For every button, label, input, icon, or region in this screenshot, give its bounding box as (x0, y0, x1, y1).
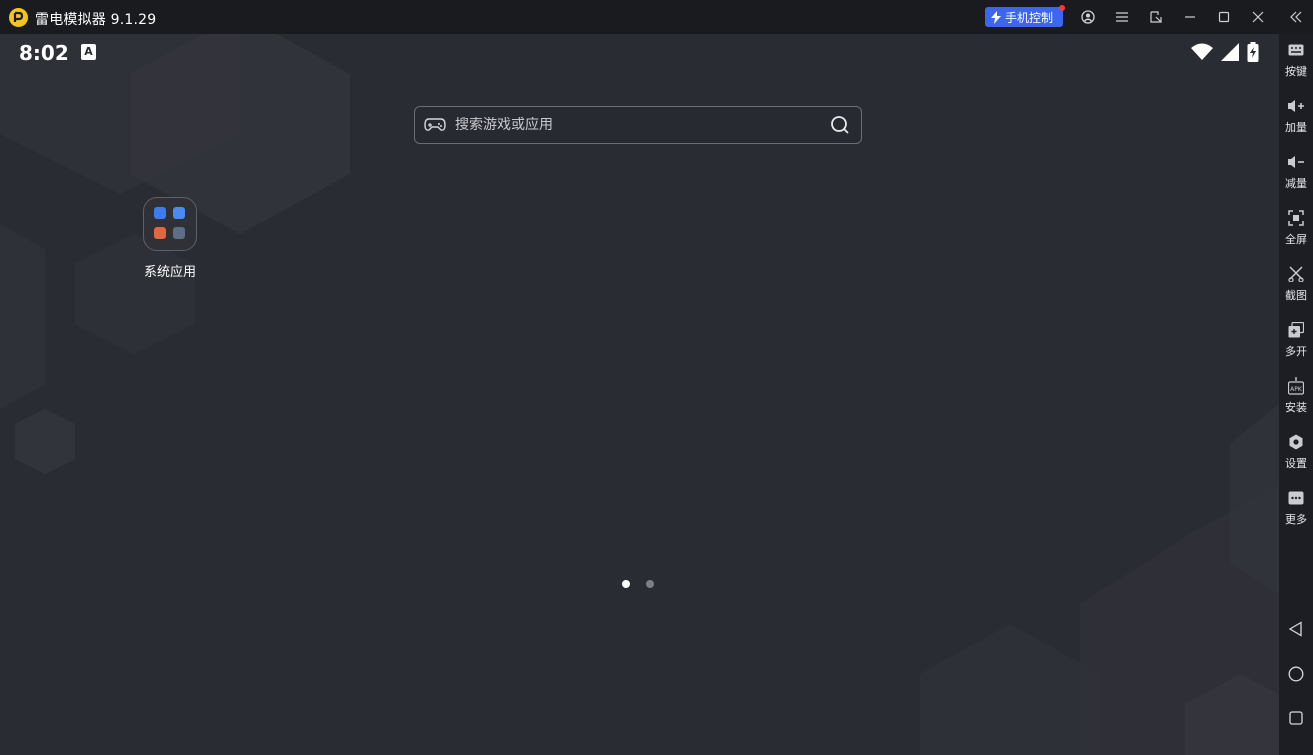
more-icon (1288, 488, 1304, 508)
emulator-sidebar: 按键 加量 减量 全屏 截图 多开 APK 安装 设置 更多 (1279, 34, 1313, 755)
volume-down-icon (1287, 152, 1305, 172)
back-icon[interactable] (1286, 619, 1306, 639)
screenshot-icon (1288, 264, 1304, 284)
status-icons (1191, 42, 1259, 66)
page-indicator (622, 580, 654, 588)
settings-app-icon (154, 207, 166, 219)
sidebar-item-label: 全屏 (1285, 233, 1307, 246)
sidebar-item-screenshot[interactable]: 截图 (1279, 258, 1313, 306)
contacts-app-icon (172, 226, 185, 239)
sidebar-item-volume-up[interactable]: 加量 (1279, 90, 1313, 138)
menu-icon[interactable] (1113, 8, 1131, 26)
recents-icon[interactable] (1286, 708, 1306, 728)
sidebar-item-label: 设置 (1285, 457, 1307, 470)
account-icon[interactable] (1079, 8, 1097, 26)
phone-control-button[interactable]: 手机控制 (985, 5, 1065, 27)
minimize-icon[interactable] (1181, 8, 1199, 26)
close-icon[interactable] (1249, 8, 1267, 26)
sidebar-item-keymap[interactable]: 按键 (1279, 34, 1313, 82)
multi-instance-icon (1288, 320, 1304, 340)
sidebar-item-label: 更多 (1285, 513, 1307, 526)
wifi-icon (1191, 43, 1213, 65)
sidebar-item-label: 加量 (1285, 121, 1307, 134)
keyboard-icon (1288, 40, 1304, 60)
phone-control-label: 手机控制 (1005, 10, 1054, 25)
window-title: 雷电模拟器 9.1.29 (35, 12, 157, 28)
title-bar: 雷电模拟器 9.1.29 手机控制 (0, 0, 1313, 34)
sidebar-item-label: 减量 (1285, 177, 1307, 190)
signal-icon (1221, 43, 1239, 65)
search-input[interactable] (455, 117, 819, 133)
sidebar-item-install-apk[interactable]: APK 安装 (1279, 370, 1313, 418)
sidebar-item-label: 多开 (1285, 345, 1307, 358)
notification-dot (1059, 5, 1065, 11)
status-time: 8:02 (19, 41, 69, 65)
folder-label: 系统应用 (143, 265, 196, 280)
sidebar-item-more[interactable]: 更多 (1279, 482, 1313, 530)
sidebar-item-volume-down[interactable]: 减量 (1279, 146, 1313, 194)
popout-icon[interactable] (1147, 8, 1165, 26)
sidebar-item-label: 按键 (1285, 65, 1307, 78)
svg-text:APK: APK (1290, 386, 1303, 393)
sidebar-item-label: 截图 (1285, 289, 1307, 302)
app-logo-icon (9, 8, 28, 27)
maximize-icon[interactable] (1215, 8, 1233, 26)
fullscreen-icon (1288, 208, 1304, 228)
gamepad-icon (415, 118, 455, 132)
battery-charging-icon (1247, 42, 1259, 66)
lightning-icon (987, 10, 1005, 24)
page-dot-2[interactable] (646, 580, 654, 588)
system-apps-folder[interactable] (143, 197, 197, 251)
volume-up-icon (1287, 96, 1305, 116)
sidebar-item-label: 安装 (1285, 401, 1307, 414)
gallery-app-icon (154, 226, 166, 239)
search-icon[interactable] (819, 115, 861, 135)
page-dot-1[interactable] (622, 580, 630, 588)
sidebar-item-multi-instance[interactable]: 多开 (1279, 314, 1313, 362)
browser-app-icon (172, 207, 185, 219)
settings-icon (1288, 432, 1304, 452)
emulator-screen[interactable]: 8:02 A 系统应用 (0, 34, 1279, 755)
search-bar[interactable] (414, 106, 862, 144)
sidebar-item-settings[interactable]: 设置 (1279, 426, 1313, 474)
collapse-sidebar-icon[interactable] (1287, 8, 1305, 26)
home-icon[interactable] (1286, 664, 1306, 684)
status-indicator-a: A (81, 44, 96, 60)
sidebar-item-fullscreen[interactable]: 全屏 (1279, 202, 1313, 250)
install-apk-icon: APK (1288, 376, 1304, 396)
